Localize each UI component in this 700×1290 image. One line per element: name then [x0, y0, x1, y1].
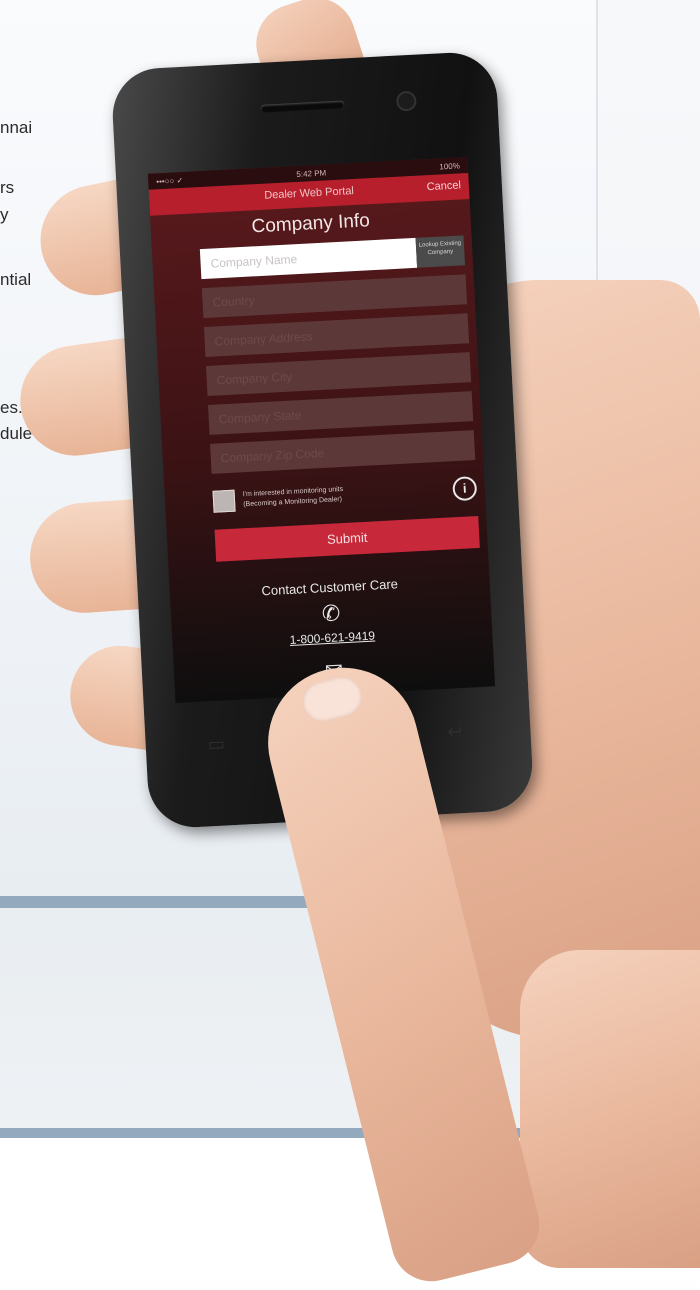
background-text-fragment: y [0, 205, 9, 224]
info-icon[interactable]: i [452, 476, 478, 502]
status-time: 5:42 PM [296, 167, 327, 179]
background-text-fragment: ntial [0, 270, 32, 289]
fingernail [298, 672, 367, 726]
monitoring-checkbox-row: I'm interested in monitoring units (Beco… [212, 476, 478, 514]
company-zip-input[interactable]: Company Zip Code [210, 430, 476, 474]
back-key-icon[interactable]: ↩ [447, 721, 463, 743]
wrist [520, 950, 700, 1268]
monitoring-checkbox[interactable] [212, 489, 236, 513]
company-name-row: Company Name Lookup Existing Company [199, 235, 466, 280]
background-text-fragment: rs [0, 178, 15, 197]
carrier-signal: •••○○ ✓ [155, 175, 184, 186]
decorative-band [0, 896, 330, 908]
company-name-input[interactable]: Company Name [199, 237, 418, 280]
battery-level: 100% [439, 160, 461, 172]
front-camera [397, 92, 415, 110]
country-select[interactable]: Country [201, 274, 468, 319]
lookup-company-button[interactable]: Lookup Existing Company [415, 235, 466, 268]
cancel-button[interactable]: Cancel [426, 179, 461, 193]
company-address-input[interactable]: Company Address [203, 313, 470, 358]
company-city-input[interactable]: Company City [205, 352, 472, 396]
earpiece-speaker [260, 100, 345, 113]
background-text-fragment: nnai [0, 118, 33, 137]
monitoring-label: I'm interested in monitoring units (Beco… [243, 479, 454, 510]
submit-button[interactable]: Submit [214, 515, 480, 562]
phone-screen: •••○○ ✓ 5:42 PM 100% Dealer Web Portal C… [147, 157, 496, 704]
menu-key-icon[interactable]: ▭ [207, 734, 225, 756]
company-state-input[interactable]: Company State [208, 391, 474, 435]
